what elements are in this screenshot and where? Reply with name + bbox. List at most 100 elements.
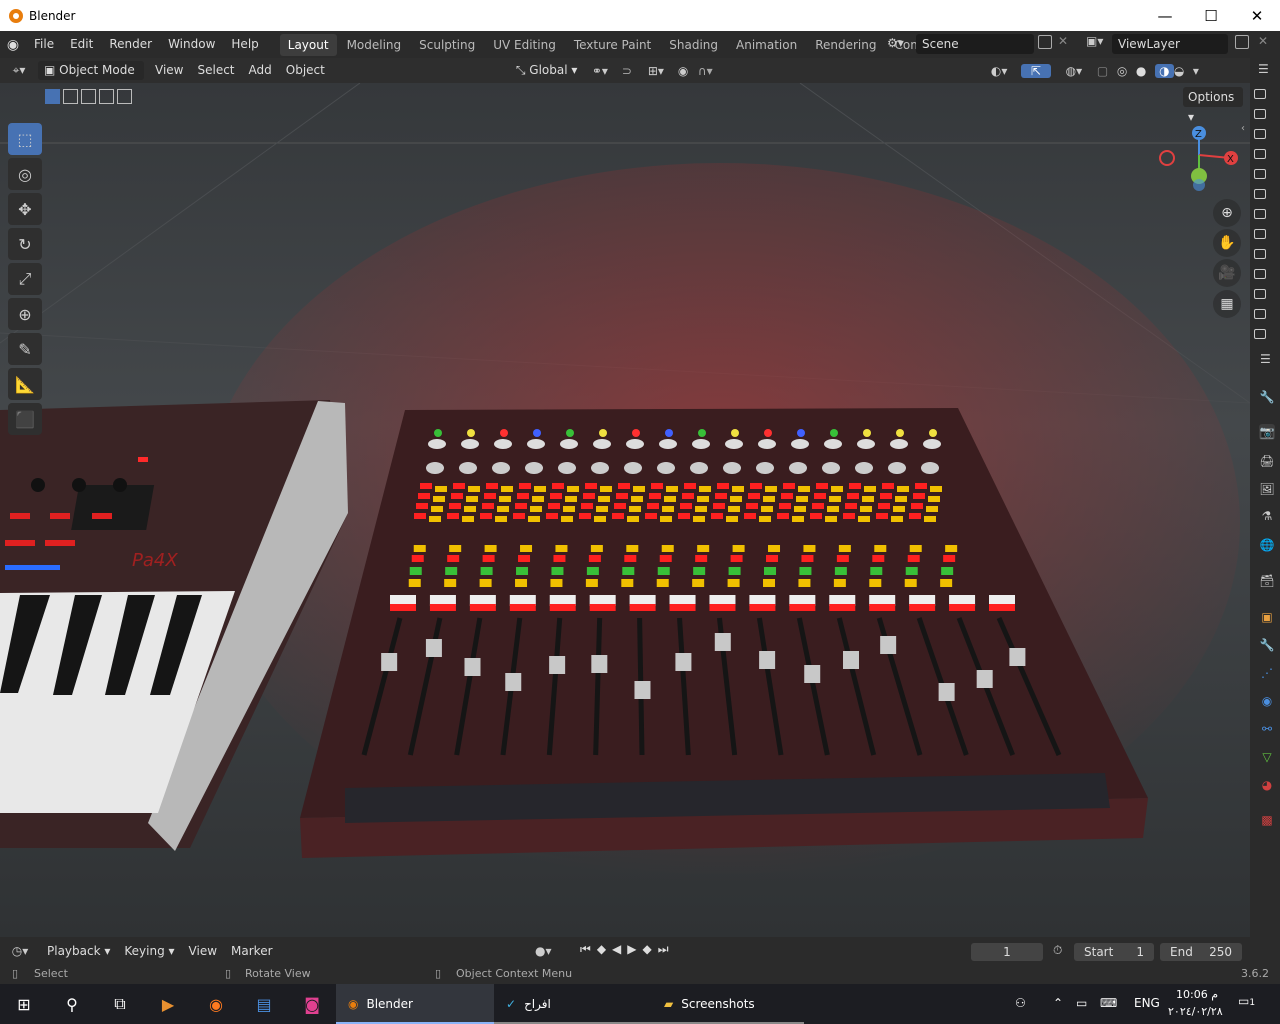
visibility-icon[interactable]: ◐▾	[991, 64, 1021, 78]
close-button[interactable]: ✕	[1234, 0, 1280, 31]
start-frame-field[interactable]: Start 1	[1074, 943, 1154, 961]
select-extend-icon[interactable]	[63, 89, 78, 104]
add-menu[interactable]: Add	[242, 61, 279, 80]
firefox-icon[interactable]: ◉	[192, 984, 240, 1024]
view-menu[interactable]: View	[148, 61, 190, 80]
output-properties-icon[interactable]: 🖨	[1259, 453, 1275, 469]
mode-dropdown[interactable]: ▣ Object Mode ▾	[38, 61, 144, 96]
measure-tool-icon[interactable]: 📐	[8, 368, 42, 400]
render-visibility-icon[interactable]	[1254, 129, 1266, 139]
object-properties-icon[interactable]: ▣	[1259, 609, 1275, 625]
snap-icon[interactable]: ⊃	[622, 64, 648, 78]
tab-sculpting[interactable]: Sculpting	[411, 34, 483, 56]
prev-keyframe-icon[interactable]: ◆	[597, 942, 606, 957]
shading-options-icon[interactable]: ▾	[1193, 64, 1209, 78]
render-visibility-icon[interactable]	[1254, 269, 1266, 279]
menu-window[interactable]: Window	[160, 31, 223, 58]
store-icon[interactable]: ▤	[240, 984, 288, 1024]
menu-edit[interactable]: Edit	[62, 31, 101, 58]
remove-viewlayer-icon[interactable]: ✕	[1258, 34, 1268, 48]
particles-properties-icon[interactable]: ⋰	[1259, 665, 1275, 681]
texture-properties-icon[interactable]: ▩	[1259, 812, 1275, 828]
tab-shading[interactable]: Shading	[661, 34, 726, 56]
task-view-icon[interactable]: ⧉	[96, 984, 144, 1024]
render-visibility-icon[interactable]	[1254, 329, 1266, 339]
gizmo-neg-x-axis[interactable]	[1159, 150, 1175, 166]
network-icon[interactable]: ▭	[1076, 996, 1087, 1010]
material-shading-icon[interactable]: ◑	[1154, 63, 1174, 78]
render-visibility-icon[interactable]	[1254, 149, 1266, 159]
physics-properties-icon[interactable]: ◉	[1259, 693, 1275, 709]
tab-layout[interactable]: Layout	[279, 33, 337, 56]
tab-texture-paint[interactable]: Texture Paint	[566, 34, 659, 56]
search-icon[interactable]: ⚲	[48, 984, 96, 1024]
render-visibility-icon[interactable]	[1254, 309, 1266, 319]
tab-rendering[interactable]: Rendering	[807, 34, 884, 56]
clock-date[interactable]: ٢٠٢٤/٠٢/٢٨	[1168, 1005, 1223, 1018]
material-properties-icon[interactable]: ◕	[1259, 777, 1275, 793]
falloff-icon[interactable]: ∩▾	[698, 64, 728, 78]
overlay-icon[interactable]: ◍▾	[1051, 64, 1097, 78]
scale-tool-icon[interactable]: ⤢	[8, 263, 42, 295]
next-keyframe-icon[interactable]: ◆	[643, 942, 652, 957]
scene-type-icon[interactable]: ⚙▾	[887, 36, 913, 54]
play-icon[interactable]: ▶	[627, 942, 636, 957]
rotate-tool-icon[interactable]: ↻	[8, 228, 42, 260]
keyboard-icon[interactable]: ⌨	[1100, 996, 1117, 1010]
clock-time[interactable]: 10:06 م	[1176, 988, 1218, 1001]
tab-uv-editing[interactable]: UV Editing	[485, 34, 564, 56]
pan-hand-icon[interactable]: ✋	[1213, 229, 1241, 257]
render-visibility-icon[interactable]	[1254, 109, 1266, 119]
instagram-icon[interactable]: ◙	[288, 984, 336, 1024]
people-icon[interactable]: ⚇	[1015, 996, 1026, 1010]
select-new-icon[interactable]	[45, 89, 60, 104]
render-visibility-icon[interactable]	[1254, 249, 1266, 259]
maximize-button[interactable]: ☐	[1188, 0, 1234, 31]
tray-chevron-icon[interactable]: ⌃	[1053, 996, 1063, 1010]
menu-help[interactable]: Help	[223, 31, 266, 58]
proportional-edit-icon[interactable]: ◉	[678, 64, 698, 78]
jump-start-icon[interactable]: ⏮	[580, 942, 591, 957]
options-dropdown[interactable]: Options ▾	[1183, 87, 1243, 124]
select-mode-icons[interactable]	[45, 89, 132, 104]
select-intersect-icon[interactable]	[117, 89, 132, 104]
3d-viewport[interactable]: Pa4X ⬚ ◎ ✥ ↻ ⤢ ⊕ ✎ 📐 ⬛ Options ▾ Z X ⊕ ✋…	[0, 83, 1250, 937]
current-frame-field[interactable]: 1	[971, 943, 1043, 961]
tab-animation[interactable]: Animation	[728, 34, 805, 56]
render-visibility-icon[interactable]	[1254, 209, 1266, 219]
tool-properties-icon[interactable]: 🔧	[1259, 389, 1275, 405]
outliner-editor-icon[interactable]: ☰	[1258, 62, 1269, 76]
stopwatch-icon[interactable]: ⏱	[1053, 943, 1062, 958]
keying-menu[interactable]: Keying ▾	[117, 942, 181, 961]
select-subtract-icon[interactable]	[81, 89, 96, 104]
language-indicator[interactable]: ENG	[1134, 996, 1160, 1010]
gizmo-toggle-icon[interactable]: ⇱	[1020, 63, 1051, 78]
notification-icon[interactable]: ▭1	[1238, 994, 1255, 1008]
tab-modeling[interactable]: Modeling	[339, 34, 410, 56]
render-visibility-icon[interactable]	[1254, 189, 1266, 199]
camera-view-icon[interactable]: 🎥	[1213, 259, 1241, 287]
playback-menu[interactable]: Playback ▾	[40, 942, 117, 961]
menu-render[interactable]: Render	[101, 31, 160, 58]
wireframe-shading-icon[interactable]: ◎	[1117, 64, 1136, 78]
viewlayer-icon[interactable]: ▣▾	[1086, 34, 1103, 48]
menu-file[interactable]: File	[26, 31, 62, 58]
marker-menu[interactable]: Marker	[224, 942, 279, 961]
render-visibility-icon[interactable]	[1254, 89, 1266, 99]
sidebar-toggle-icon[interactable]: ‹	[1241, 123, 1245, 134]
select-box-tool-icon[interactable]: ⬚	[8, 123, 42, 155]
media-player-icon[interactable]: ▶	[144, 984, 192, 1024]
select-menu[interactable]: Select	[190, 61, 241, 80]
constraints-properties-icon[interactable]: ⚯	[1259, 721, 1275, 737]
transform-tool-icon[interactable]: ⊕	[8, 298, 42, 330]
select-invert-icon[interactable]	[99, 89, 114, 104]
object-menu[interactable]: Object	[279, 61, 332, 80]
cursor-tool-icon[interactable]: ◎	[8, 158, 42, 190]
render-visibility-icon[interactable]	[1254, 289, 1266, 299]
taskbar-screenshots[interactable]: ▰ Screenshots	[652, 984, 804, 1024]
blender-menu-icon[interactable]: ◉	[0, 37, 26, 53]
properties-editor-icon[interactable]: ☰	[1260, 352, 1271, 366]
remove-scene-icon[interactable]: ✕	[1058, 34, 1068, 48]
scene-selector[interactable]: Scene	[916, 34, 1034, 54]
navigation-gizmo[interactable]: Z X	[1150, 123, 1240, 198]
